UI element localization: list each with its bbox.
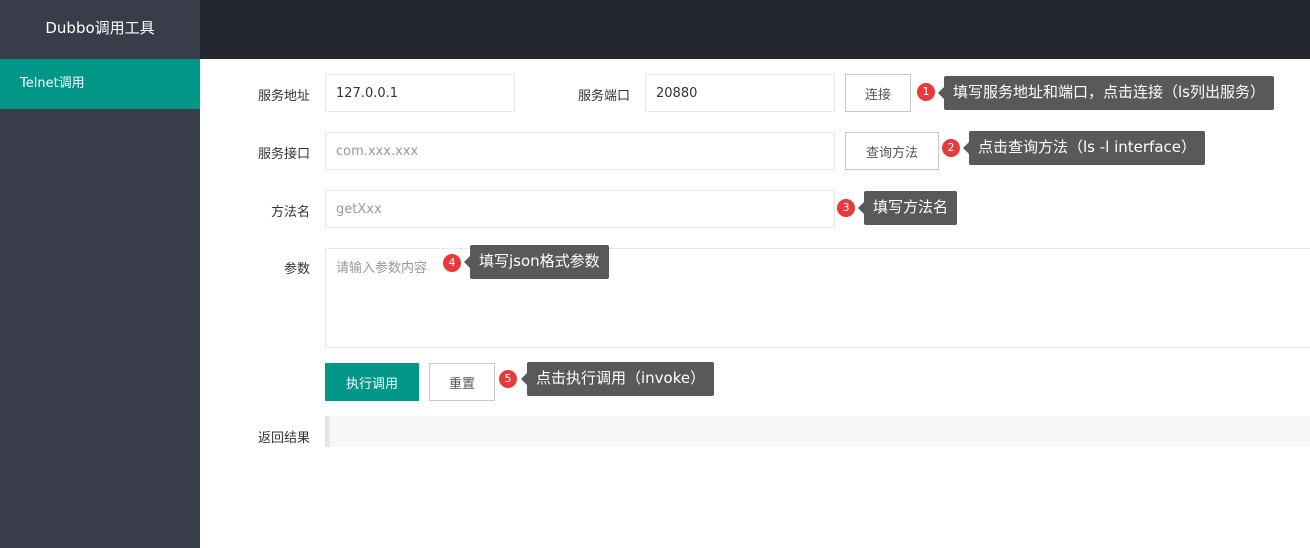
result-label: 返回结果 — [257, 431, 310, 446]
reset-button[interactable]: 重置 — [429, 363, 495, 401]
address-label: 服务地址 — [257, 89, 310, 104]
interface-label: 服务接口 — [257, 147, 310, 162]
annotation-tip-5: 点击执行调用（invoke） — [520, 362, 715, 396]
annotation-badge-5: 5 — [499, 370, 517, 388]
query-methods-button[interactable]: 查询方法 — [845, 132, 939, 170]
params-label: 参数 — [283, 262, 310, 277]
annotation-tip-2: 点击查询方法（ls -l interface） — [963, 131, 1205, 165]
method-input[interactable] — [325, 190, 835, 228]
top-header — [200, 0, 1310, 59]
annotation-tip-1: 填写服务地址和端口，点击连接（ls列出服务） — [938, 76, 1274, 110]
annotation-badge-4: 4 — [443, 254, 461, 272]
method-label: 方法名 — [270, 205, 310, 220]
address-input[interactable] — [325, 74, 515, 112]
invoke-button[interactable]: 执行调用 — [325, 363, 419, 401]
annotation-badge-2: 2 — [942, 139, 960, 157]
annotation-badge-3: 3 — [837, 199, 855, 217]
port-input[interactable] — [645, 74, 835, 112]
sidebar-item-telnet[interactable]: Telnet调用 — [0, 59, 200, 109]
port-label: 服务端口 — [577, 89, 630, 104]
result-output — [325, 416, 1310, 447]
app-title: Dubbo调用工具 — [0, 0, 200, 59]
interface-input[interactable] — [325, 132, 835, 170]
annotation-tip-3: 填写方法名 — [857, 191, 958, 225]
annotation-tip-4: 填写json格式参数 — [464, 245, 609, 279]
connect-button[interactable]: 连接 — [845, 74, 911, 112]
annotation-badge-1: 1 — [917, 83, 935, 101]
